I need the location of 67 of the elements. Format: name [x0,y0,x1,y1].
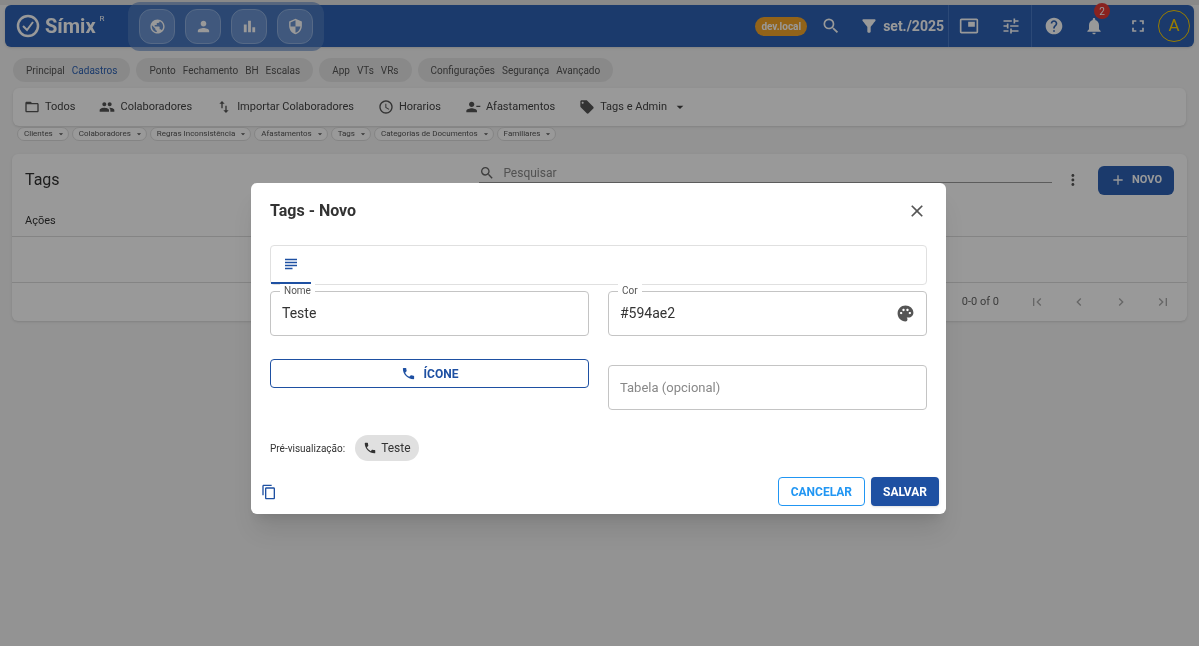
palette-icon[interactable] [896,304,915,323]
toolbar-item[interactable]: Todos [24,98,76,116]
phone-icon [400,366,416,381]
tune-icon[interactable] [1001,16,1021,36]
nav-link[interactable]: Escalas [265,62,301,78]
search-icon [479,164,496,181]
nav-link[interactable]: Fechamento [182,62,239,78]
nav-link[interactable]: VRs [380,62,399,78]
help-icon[interactable] [1044,16,1064,36]
toolbar-item[interactable]: Horarios [377,98,441,116]
field-placeholder: Tabela (opcional) [620,378,722,397]
period-label[interactable]: set./2025 [883,15,944,37]
logo-text: Símix [45,13,96,40]
quick-access-button[interactable] [231,9,267,44]
field-value: Teste [282,304,318,323]
environment-badge: dev.local [755,16,808,36]
filter-chip[interactable]: Clientes [17,127,69,141]
preview-label: Pré-visualização: [270,441,346,456]
field-label: Nome [280,284,315,297]
toolbar-item[interactable]: Tags e Admin [579,98,688,116]
phone-icon [363,441,378,455]
nav-link[interactable]: Ponto [149,62,176,78]
filter-chip[interactable]: Tags [330,127,371,141]
filter-chip[interactable]: Familiares [496,127,557,141]
field-value: #594ae2 [620,304,677,323]
nav-link[interactable]: Avançado [556,62,601,78]
pagination-label: 0-0 of 0 [961,293,999,310]
nav-link[interactable]: VTs [356,62,374,78]
field-label: Cor [618,284,642,297]
copy-icon[interactable] [261,483,277,500]
card-title: Tags [25,169,61,191]
new-button[interactable]: NOVO [1098,165,1174,195]
toolbar-item[interactable]: Colaboradores [99,98,193,116]
quick-access-button[interactable] [139,9,175,44]
filter-chip[interactable]: Regras Inconsistência [149,127,252,141]
globe-icon [148,18,166,35]
logo-mark: R [99,13,105,25]
search-placeholder: Pesquisar [503,164,557,182]
dialog-title: Tags - Novo [270,200,357,222]
column-header: Ações [25,212,56,229]
person-minus-icon [464,99,481,115]
nav-link[interactable]: Configurações [430,62,495,78]
cancel-button[interactable]: CANCELAR [777,477,866,506]
quick-access-button[interactable] [185,9,221,44]
logo-icon [15,13,41,39]
bell-icon[interactable] [1084,16,1104,36]
filter-chip[interactable]: Categorias de Documentos [373,127,494,141]
quick-access-button[interactable] [277,9,313,44]
notification-badge: 2 [1094,3,1110,19]
nav-link[interactable]: Segurança [502,62,550,78]
nav-link[interactable]: App [332,62,350,78]
toolbar-item[interactable]: Afastamentos [464,98,556,116]
save-button[interactable]: SALVAR [871,477,939,506]
toolbar-item[interactable]: Importar Colaboradores [216,98,354,116]
people-icon [99,99,116,115]
icon-button[interactable]: ÍCONE [270,359,589,388]
folder-icon [24,99,40,115]
tag-icon [579,99,596,115]
filter-chip[interactable]: Afastamentos [254,127,328,141]
clock-icon [377,99,394,115]
nav-link[interactable]: BH [245,62,259,78]
preview-chip: Teste [355,435,419,461]
shield-icon [286,18,304,35]
nav-link[interactable]: Cadastros [71,62,118,78]
filter-chip[interactable]: Colaboradores [71,127,147,141]
nav-link[interactable]: Principal [26,62,65,78]
picture-in-picture-icon[interactable] [959,16,979,36]
